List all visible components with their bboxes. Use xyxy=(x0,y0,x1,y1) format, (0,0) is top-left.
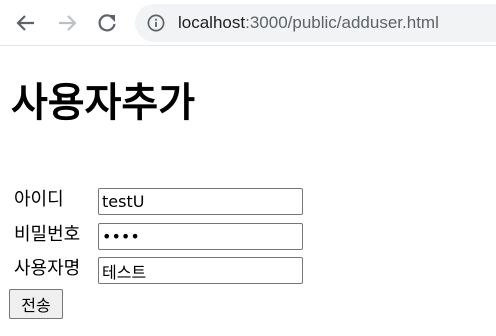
arrow-right-icon xyxy=(59,15,77,31)
back-button[interactable] xyxy=(12,9,40,37)
page-title: 사용자추가 xyxy=(11,80,195,126)
forward-button[interactable] xyxy=(53,9,81,37)
arrow-left-icon xyxy=(16,15,34,31)
password-input[interactable] xyxy=(98,223,303,250)
page-content: 사용자추가 아이디 비밀번호 사용자명 전송 xyxy=(0,47,496,336)
reload-button[interactable] xyxy=(93,9,121,37)
address-bar[interactable]: localhost:3000/public/adduser.html xyxy=(135,4,496,42)
browser-toolbar: localhost:3000/public/adduser.html xyxy=(0,0,496,46)
url-path: :3000/public/adduser.html xyxy=(245,13,439,32)
info-icon[interactable] xyxy=(147,14,165,32)
url-text[interactable]: localhost:3000/public/adduser.html xyxy=(178,13,439,33)
submit-button[interactable]: 전송 xyxy=(9,289,63,319)
reload-icon xyxy=(98,14,116,32)
id-label: 아이디 xyxy=(14,189,64,210)
url-host: localhost xyxy=(178,13,246,32)
password-label: 비밀번호 xyxy=(14,224,81,245)
username-input[interactable] xyxy=(98,257,303,284)
id-input[interactable] xyxy=(98,188,303,215)
username-label: 사용자명 xyxy=(14,258,81,279)
